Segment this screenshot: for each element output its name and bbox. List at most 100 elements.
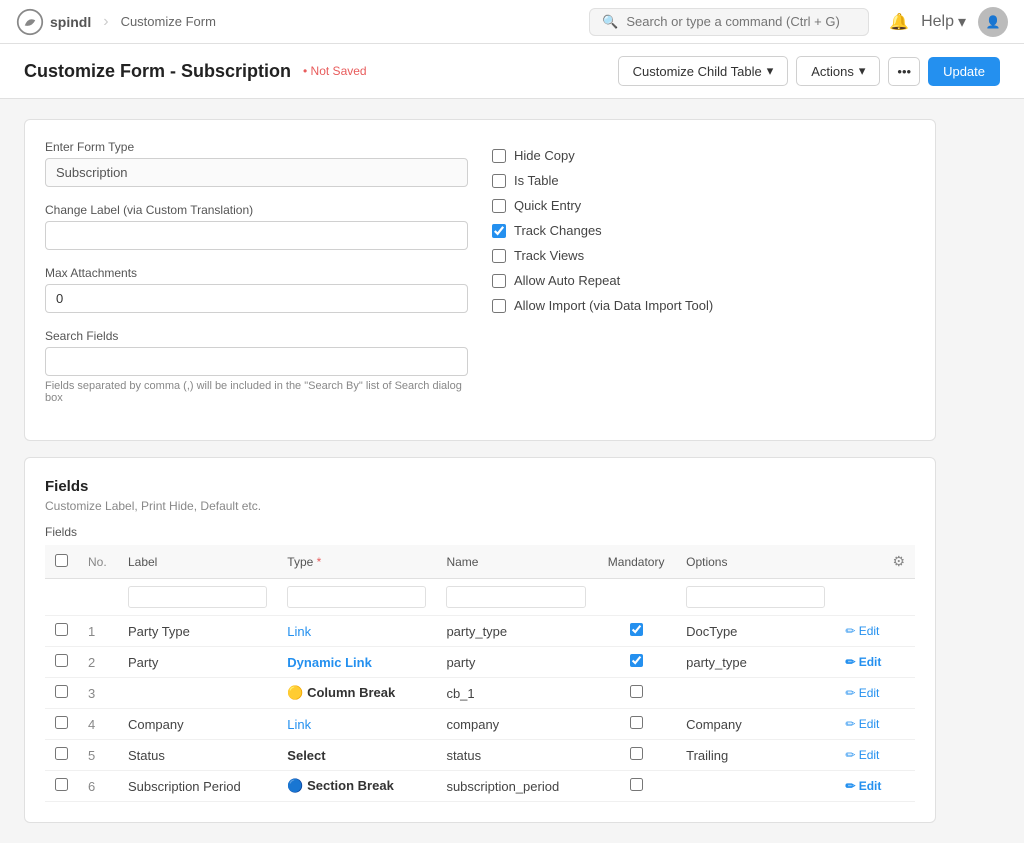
filter-type-input[interactable] — [287, 586, 426, 608]
edit-link-3[interactable]: ✏ Edit — [845, 717, 905, 731]
row-checkbox-5[interactable] — [55, 778, 68, 791]
col-header-type: Type * — [277, 545, 436, 579]
quick-entry-checkbox[interactable] — [492, 199, 506, 213]
row-options-0: DocType — [676, 616, 835, 647]
row-mandatory-2 — [596, 678, 676, 709]
table-header-row: No. Label Type * Name Mandatory Options … — [45, 545, 915, 579]
col-header-options: Options — [676, 545, 835, 579]
change-label-group: Change Label (via Custom Translation) — [45, 203, 468, 250]
hide-copy-checkbox[interactable] — [492, 149, 506, 163]
logo[interactable]: spindl — [16, 8, 91, 36]
filter-label-input[interactable] — [128, 586, 267, 608]
row-checkbox-3[interactable] — [55, 716, 68, 729]
row-name-3: company — [436, 709, 596, 740]
form-type-group: Enter Form Type — [45, 140, 468, 187]
search-input[interactable] — [626, 14, 856, 29]
allow-import-label: Allow Import (via Data Import Tool) — [514, 298, 713, 313]
col-header-label: Label — [118, 545, 277, 579]
form-type-input[interactable] — [45, 158, 468, 187]
mandatory-checkbox-5[interactable] — [630, 778, 643, 791]
row-name-0: party_type — [436, 616, 596, 647]
track-views-label: Track Views — [514, 248, 584, 263]
notifications-button[interactable]: 🔔 — [889, 12, 909, 32]
form-type-label: Enter Form Type — [45, 140, 468, 154]
row-type-0: Link — [277, 616, 436, 647]
row-checkbox-1[interactable] — [55, 654, 68, 667]
edit-link-4[interactable]: ✏ Edit — [845, 748, 905, 762]
row-name-5: subscription_period — [436, 771, 596, 802]
allow-import-checkbox[interactable] — [492, 299, 506, 313]
edit-link-2[interactable]: ✏ Edit — [845, 686, 905, 700]
fields-label: Fields — [45, 525, 915, 539]
fields-section-title: Fields — [45, 478, 915, 495]
row-no-0: 1 — [78, 616, 118, 647]
row-type-1: Dynamic Link — [277, 647, 436, 678]
row-edit-4: ✏ Edit — [835, 740, 915, 771]
update-button[interactable]: Update — [928, 57, 1000, 86]
help-label: Help — [921, 13, 954, 31]
table-row: 3 🟡 Column Break cb_1 ✏ Edit — [45, 678, 915, 709]
edit-link-5[interactable]: ✏ Edit — [845, 779, 905, 793]
table-row: 6 Subscription Period 🔵 Section Break su… — [45, 771, 915, 802]
row-options-2 — [676, 678, 835, 709]
max-attachments-input[interactable] — [45, 284, 468, 313]
checkbox-track-changes: Track Changes — [492, 223, 915, 238]
track-changes-checkbox[interactable] — [492, 224, 506, 238]
checkbox-track-views: Track Views — [492, 248, 915, 263]
more-button[interactable]: ••• — [888, 57, 920, 86]
col-header-mandatory: Mandatory — [596, 545, 676, 579]
row-edit-2: ✏ Edit — [835, 678, 915, 709]
mandatory-checkbox-2[interactable] — [630, 685, 643, 698]
row-checkbox-4[interactable] — [55, 747, 68, 760]
row-type-2: 🟡 Column Break — [277, 678, 436, 709]
allow-auto-repeat-checkbox[interactable] — [492, 274, 506, 288]
row-label-4: Status — [118, 740, 277, 771]
search-box[interactable]: 🔍 — [589, 8, 869, 36]
actions-button[interactable]: Actions ▾ — [796, 56, 880, 86]
max-attachments-group: Max Attachments — [45, 266, 468, 313]
topnav-actions: 🔔 Help ▾ 👤 — [889, 7, 1008, 37]
edit-link-0[interactable]: ✏ Edit — [845, 624, 905, 638]
filter-options-input[interactable] — [686, 586, 825, 608]
row-no-1: 2 — [78, 647, 118, 678]
row-name-4: status — [436, 740, 596, 771]
search-fields-input[interactable] — [45, 347, 468, 376]
search-fields-label: Search Fields — [45, 329, 468, 343]
search-icon: 🔍 — [602, 14, 618, 30]
edit-link-1[interactable]: ✏ Edit — [845, 655, 905, 669]
update-label: Update — [943, 64, 985, 79]
page-header: Customize Form - Subscription • Not Save… — [0, 44, 1024, 99]
checkbox-is-table: Is Table — [492, 173, 915, 188]
logo-text: spindl — [50, 14, 91, 30]
change-label-input[interactable] — [45, 221, 468, 250]
row-edit-0: ✏ Edit — [835, 616, 915, 647]
customize-child-table-button[interactable]: Customize Child Table ▾ — [618, 56, 789, 86]
row-name-2: cb_1 — [436, 678, 596, 709]
row-checkbox-0[interactable] — [55, 623, 68, 636]
track-views-checkbox[interactable] — [492, 249, 506, 263]
mandatory-checkbox-3[interactable] — [630, 716, 643, 729]
row-checkbox-2[interactable] — [55, 685, 68, 698]
mandatory-checkbox-0[interactable] — [630, 623, 643, 636]
breadcrumb-separator: › — [103, 13, 108, 31]
table-row: 1 Party Type Link party_type DocType ✏ E… — [45, 616, 915, 647]
avatar[interactable]: 👤 — [978, 7, 1008, 37]
row-type-3: Link — [277, 709, 436, 740]
search-fields-group: Search Fields Fields separated by comma … — [45, 329, 468, 404]
checkbox-allow-import: Allow Import (via Data Import Tool) — [492, 298, 915, 313]
mandatory-checkbox-4[interactable] — [630, 747, 643, 760]
table-row: 4 Company Link company Company ✏ Edit — [45, 709, 915, 740]
breadcrumb[interactable]: Customize Form — [121, 14, 216, 29]
fields-table: No. Label Type * Name Mandatory Options … — [45, 545, 915, 802]
mandatory-checkbox-1[interactable] — [630, 654, 643, 667]
row-edit-3: ✏ Edit — [835, 709, 915, 740]
row-no-4: 5 — [78, 740, 118, 771]
is-table-checkbox[interactable] — [492, 174, 506, 188]
help-button[interactable]: Help ▾ — [921, 12, 966, 32]
filter-name-input[interactable] — [446, 586, 586, 608]
main-content: Enter Form Type Change Label (via Custom… — [0, 99, 960, 843]
select-all-checkbox[interactable] — [55, 554, 68, 567]
row-options-4: Trailing — [676, 740, 835, 771]
customize-child-table-label: Customize Child Table — [633, 64, 762, 79]
row-options-1: party_type — [676, 647, 835, 678]
